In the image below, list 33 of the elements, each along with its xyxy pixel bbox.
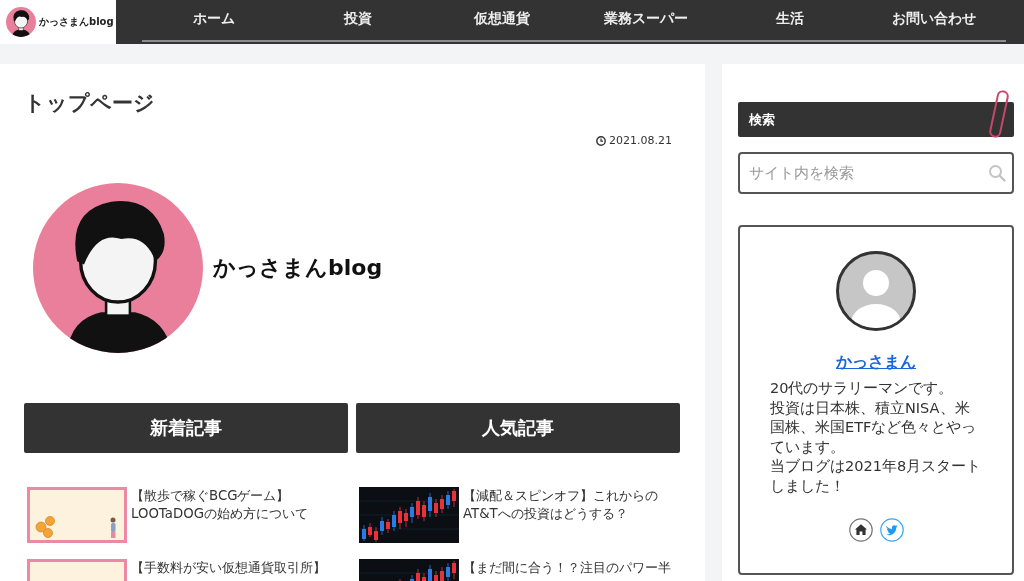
candlestick-thumbnail-drawing[interactable] bbox=[359, 559, 459, 581]
nav-link[interactable]: 生活 bbox=[718, 0, 862, 40]
search-field[interactable]: サイト内を検索 bbox=[738, 152, 1014, 194]
coins-thumbnail-drawing[interactable] bbox=[27, 487, 127, 543]
profile-sentence: 投資は日本株、積立NISA、米国株、米国ETFなど色々とやっています。 bbox=[770, 398, 978, 457]
nav-link[interactable]: 業務スーパー bbox=[574, 0, 718, 40]
coins-thumbnail-drawing[interactable] bbox=[27, 559, 127, 581]
nav-link[interactable]: 仮想通貨 bbox=[430, 0, 574, 40]
nav-link[interactable]: 投資 bbox=[286, 0, 430, 40]
search-icon[interactable] bbox=[988, 164, 1006, 182]
article-title-link[interactable]: 【手数料が安い仮想通貨取引所】 bbox=[131, 559, 326, 577]
profile-sentence: 20代のサラリーマンです。 bbox=[770, 379, 955, 398]
default-avatar-icon bbox=[836, 251, 916, 331]
nav-link[interactable]: ホーム bbox=[142, 0, 286, 40]
widget-heading: 検索 bbox=[738, 102, 1014, 137]
profile-name-link[interactable]: かっさまん bbox=[836, 351, 916, 373]
site-logo[interactable]: かっさまんblog bbox=[0, 0, 116, 44]
post-date: 2021.08.21 bbox=[609, 134, 672, 148]
nav-link[interactable]: お問い合わせ bbox=[862, 0, 1006, 40]
section-heading: 新着記事 bbox=[24, 403, 348, 453]
clock-icon bbox=[596, 136, 606, 146]
article-title-link[interactable]: 【まだ間に合う！？注目のパワー半 bbox=[463, 559, 671, 577]
avatar-icon bbox=[6, 7, 36, 37]
paperclip-icon bbox=[989, 89, 1009, 139]
profile-sentence: 当ブログは2021年8月スタートしました！ bbox=[770, 457, 982, 496]
bird-icon[interactable] bbox=[879, 518, 904, 542]
candlestick-thumbnail-drawing[interactable] bbox=[359, 487, 459, 543]
blog-name: かっさまんblog bbox=[213, 254, 383, 282]
home-icon[interactable] bbox=[848, 518, 873, 542]
article-title-link[interactable]: 【減配＆スピンオフ】これからのAT&Tへの投資はどうする？ bbox=[463, 487, 680, 523]
page-title: トップページ bbox=[24, 90, 156, 116]
section-heading: 人気記事 bbox=[356, 403, 680, 453]
article-title-link[interactable]: 【散歩で稼ぐBCGゲーム】LOOTaDOGの始め方について bbox=[131, 487, 348, 523]
